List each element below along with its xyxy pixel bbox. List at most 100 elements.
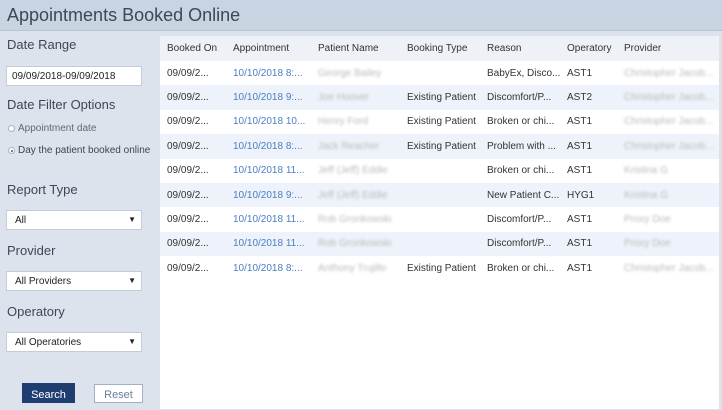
- radio-appointment-date[interactable]: Appointment date: [8, 123, 96, 134]
- caret-down-icon: ▼: [128, 337, 136, 346]
- appointment-cell[interactable]: 10/10/2018 8:...: [226, 134, 311, 158]
- radio-unselected-icon: [8, 125, 15, 132]
- patient-name-cell: Jeff (Jeff) Eddie: [318, 189, 388, 201]
- booking-type-cell: [400, 207, 480, 231]
- booking-type-cell: [400, 232, 480, 256]
- operatory-cell: AST1: [567, 140, 593, 152]
- column-header-appointment[interactable]: Appointment: [226, 36, 311, 61]
- report-type-value: All: [15, 215, 27, 226]
- reason-cell: Discomfort/P...: [487, 214, 552, 226]
- results-panel: Booked On Appointment Patient Name Booking …: [160, 33, 719, 409]
- date-filter-options-label: Date Filter Options: [7, 97, 116, 112]
- column-header-provider[interactable]: Provider: [617, 36, 719, 61]
- appointment-cell[interactable]: 10/10/2018 11...: [226, 159, 311, 183]
- booking-type-cell: Existing Patient: [407, 92, 476, 104]
- table-row[interactable]: 09/09/2... 10/10/2018 8:... Jack Reacher Ex…: [160, 134, 719, 159]
- booking-type-cell: Existing Patient: [407, 116, 476, 128]
- provider-value: All Providers: [15, 276, 72, 287]
- reason-cell: Broken or chi...: [487, 262, 555, 274]
- table-row[interactable]: 09/09/2... 10/10/2018 10... Henry Ford Exis…: [160, 110, 719, 134]
- table-row[interactable]: 09/09/2... 10/10/2018 8:... George Bailey B…: [160, 61, 719, 85]
- provider-cell: Kristina G: [624, 189, 668, 201]
- booked-on-cell: 09/09/2...: [167, 214, 209, 226]
- provider-cell: Proxy Doe: [624, 238, 671, 250]
- provider-cell: Christopher Jacob...: [624, 67, 714, 79]
- operatory-cell: AST1: [567, 116, 593, 128]
- patient-name-cell: Jack Reacher: [318, 140, 380, 152]
- appointment-cell[interactable]: 10/10/2018 9:...: [226, 85, 311, 109]
- appointment-cell[interactable]: 10/10/2018 10...: [226, 110, 311, 134]
- table-row[interactable]: 09/09/2... 10/10/2018 8:... Anthony Trujil…: [160, 256, 719, 280]
- table-row[interactable]: 09/09/2... 10/10/2018 9:... Joe Hoover Exis…: [160, 85, 719, 110]
- booked-on-cell: 09/09/2...: [167, 189, 209, 201]
- provider-select[interactable]: All Providers ▼: [6, 271, 142, 291]
- radio-selected-icon: [8, 147, 15, 154]
- booked-on-cell: 09/09/2...: [167, 67, 209, 79]
- table-body: 09/09/2... 10/10/2018 8:... George Bailey B…: [160, 61, 719, 281]
- operatory-cell: AST1: [567, 214, 593, 226]
- provider-label: Provider: [7, 243, 56, 258]
- column-header-booked-on[interactable]: Booked On: [160, 36, 226, 61]
- reason-cell: Broken or chi...: [487, 165, 555, 177]
- provider-cell: Kristina G: [624, 165, 668, 177]
- patient-name-cell: Henry Ford: [318, 116, 369, 128]
- appointment-cell[interactable]: 10/10/2018 8:...: [226, 256, 311, 280]
- patient-name-cell: Rob Gronkowski: [318, 214, 392, 226]
- booked-on-cell: 09/09/2...: [167, 140, 209, 152]
- column-header-reason[interactable]: Reason: [480, 36, 560, 61]
- operatory-value: All Operatories: [15, 337, 82, 348]
- provider-cell: Christopher Jacob...: [624, 116, 714, 128]
- radio-day-booked-online-label: Day the patient booked online: [18, 145, 151, 156]
- patient-name-cell: Anthony Trujillo: [318, 262, 387, 274]
- column-header-booking-type[interactable]: Booking Type: [400, 36, 480, 61]
- booking-type-cell: [400, 61, 480, 85]
- date-range-label: Date Range: [7, 37, 77, 52]
- search-button[interactable]: Search: [22, 383, 75, 403]
- caret-down-icon: ▼: [128, 276, 136, 285]
- provider-cell: Christopher Jacob...: [624, 92, 714, 104]
- patient-name-cell: Jeff (Jeff) Eddie: [318, 165, 388, 177]
- table-row[interactable]: 09/09/2... 10/10/2018 11... Rob Gronkowski…: [160, 207, 719, 231]
- report-type-select[interactable]: All ▼: [6, 210, 142, 230]
- table-row[interactable]: 09/09/2... 10/10/2018 11... Jeff (Jeff) Ed…: [160, 159, 719, 183]
- booking-type-cell: [400, 183, 480, 207]
- table-row[interactable]: 09/09/2... 10/10/2018 11... Rob Gronkowski…: [160, 231, 719, 257]
- date-range-input[interactable]: 09/09/2018-09/09/2018: [6, 66, 142, 86]
- operatory-cell: AST1: [567, 238, 593, 250]
- caret-down-icon: ▼: [128, 215, 136, 224]
- booking-type-cell: Existing Patient: [407, 262, 476, 274]
- column-header-operatory[interactable]: Operatory: [560, 36, 617, 61]
- reason-cell: Discomfort/P...: [487, 238, 552, 250]
- appointment-cell[interactable]: 10/10/2018 8:...: [226, 61, 311, 85]
- operatory-cell: HYG1: [567, 189, 595, 201]
- reason-cell: New Patient C...: [487, 189, 560, 201]
- booking-type-cell: [400, 159, 480, 183]
- radio-day-booked-online[interactable]: Day the patient booked online: [8, 145, 150, 156]
- patient-name-cell: Joe Hoover: [318, 92, 370, 104]
- patient-name-cell: Rob Gronkowski: [318, 238, 392, 250]
- column-header-patient-name[interactable]: Patient Name: [311, 36, 400, 61]
- operatory-cell: AST1: [567, 67, 593, 79]
- reset-button[interactable]: Reset: [94, 384, 143, 403]
- report-type-label: Report Type: [7, 182, 78, 197]
- title-bar: Appointments Booked Online: [0, 0, 722, 31]
- patient-name-cell: George Bailey: [318, 67, 382, 79]
- reason-cell: Discomfort/P...: [487, 92, 552, 104]
- booking-type-cell: Existing Patient: [407, 140, 476, 152]
- operatory-cell: AST1: [567, 165, 593, 177]
- reason-cell: Problem with ...: [487, 140, 556, 152]
- page-title: Appointments Booked Online: [7, 5, 241, 25]
- table-row[interactable]: 09/09/2... 10/10/2018 9:... Jeff (Jeff) Ed…: [160, 182, 719, 208]
- appointment-cell[interactable]: 10/10/2018 11...: [226, 232, 311, 256]
- appointment-cell[interactable]: 10/10/2018 9:...: [226, 183, 311, 207]
- appointments-table: Booked On Appointment Patient Name Booking …: [160, 36, 719, 281]
- operatory-label: Operatory: [7, 304, 65, 319]
- reason-cell: Broken or chi...: [487, 116, 555, 128]
- table-header-row: Booked On Appointment Patient Name Booking …: [160, 36, 719, 61]
- booked-on-cell: 09/09/2...: [167, 238, 209, 250]
- appointment-cell[interactable]: 10/10/2018 11...: [226, 207, 311, 231]
- operatory-select[interactable]: All Operatories ▼: [6, 332, 142, 352]
- operatory-cell: AST1: [567, 262, 593, 274]
- provider-cell: Christopher Jacob...: [624, 262, 714, 274]
- operatory-cell: AST2: [567, 92, 593, 104]
